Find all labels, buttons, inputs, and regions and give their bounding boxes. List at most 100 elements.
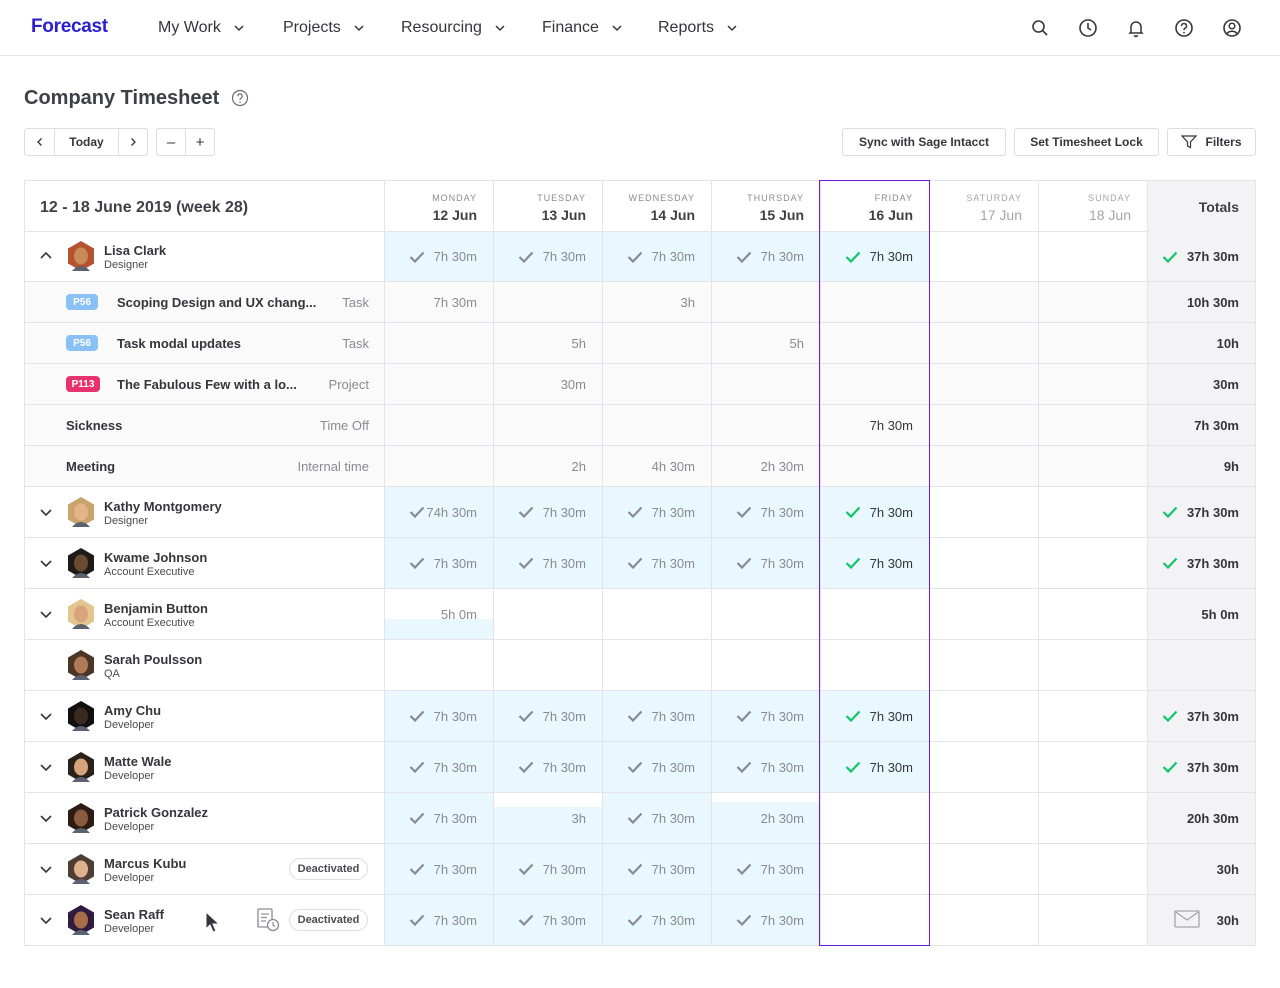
day-cell[interactable] (602, 589, 711, 639)
day-cell[interactable] (820, 844, 929, 894)
day-cell[interactable] (929, 232, 1038, 281)
day-cell[interactable] (929, 487, 1038, 537)
project-tag[interactable]: P56 (66, 294, 98, 310)
day-cell[interactable] (711, 405, 820, 445)
day-cell[interactable] (820, 446, 929, 486)
day-cell[interactable] (820, 364, 929, 404)
day-cell[interactable]: 74h 30m (384, 487, 493, 537)
day-cell[interactable]: 7h 30m (820, 742, 929, 792)
day-cell[interactable] (384, 640, 493, 690)
person-name[interactable]: Kwame Johnson (104, 550, 207, 565)
day-cell[interactable] (493, 405, 602, 445)
day-cell[interactable]: 7h 30m (602, 742, 711, 792)
day-cell[interactable]: 7h 30m (384, 742, 493, 792)
day-cell[interactable] (929, 405, 1038, 445)
day-cell[interactable] (1038, 742, 1147, 792)
nav-finance[interactable]: Finance (542, 19, 623, 37)
help-icon[interactable] (231, 89, 249, 107)
chevron-down-icon[interactable] (39, 862, 53, 876)
user-profile-icon[interactable] (1222, 18, 1242, 38)
task-name[interactable]: Task modal updates (117, 336, 241, 351)
chevron-down-icon[interactable] (39, 811, 53, 825)
day-cell[interactable]: 7h 30m (384, 895, 493, 945)
day-cell[interactable]: 7h 30m (493, 895, 602, 945)
chevron-up-icon[interactable] (39, 249, 53, 263)
nav-reports[interactable]: Reports (658, 19, 738, 37)
day-cell[interactable]: 7h 30m (711, 691, 820, 741)
chevron-down-icon[interactable] (39, 556, 53, 570)
day-cell[interactable]: 7h 30m (384, 793, 493, 843)
chevron-down-icon[interactable] (39, 709, 53, 723)
day-cell[interactable] (820, 793, 929, 843)
day-cell[interactable] (384, 323, 493, 363)
forecast-logo[interactable]: Forecast (31, 16, 108, 38)
day-cell[interactable] (1038, 844, 1147, 894)
day-cell[interactable] (384, 364, 493, 404)
day-cell[interactable] (820, 282, 929, 322)
day-cell[interactable] (493, 640, 602, 690)
person-name[interactable]: Lisa Clark (104, 243, 166, 258)
nav-resourcing[interactable]: Resourcing (401, 19, 506, 37)
previous-week-button[interactable] (25, 129, 55, 155)
person-name[interactable]: Kathy Montgomery (104, 499, 222, 514)
day-cell[interactable] (820, 640, 929, 690)
day-cell[interactable]: 7h 30m (820, 691, 929, 741)
day-cell[interactable] (384, 446, 493, 486)
day-cell[interactable] (493, 282, 602, 322)
day-cell[interactable] (1038, 640, 1147, 690)
day-cell[interactable]: 5h 0m (384, 589, 493, 639)
task-name[interactable]: Scoping Design and UX chang... (117, 295, 316, 310)
day-cell[interactable]: 7h 30m (384, 282, 493, 322)
sync-sage-intacct-button[interactable]: Sync with Sage Intacct (842, 128, 1006, 156)
day-cell[interactable] (1038, 323, 1147, 363)
day-cell[interactable] (602, 405, 711, 445)
day-cell[interactable]: 7h 30m (384, 538, 493, 588)
day-cell[interactable] (820, 895, 929, 945)
day-cell[interactable] (1038, 895, 1147, 945)
day-cell[interactable]: 7h 30m (820, 405, 929, 445)
next-week-button[interactable] (119, 129, 147, 155)
person-name[interactable]: Patrick Gonzalez (104, 805, 208, 820)
day-cell[interactable]: 7h 30m (493, 487, 602, 537)
day-cell[interactable]: 7h 30m (602, 844, 711, 894)
day-cell[interactable] (929, 895, 1038, 945)
search-icon[interactable] (1030, 18, 1050, 38)
day-cell[interactable] (929, 844, 1038, 894)
day-cell[interactable] (711, 282, 820, 322)
day-cell[interactable]: 7h 30m (820, 487, 929, 537)
chevron-down-icon[interactable] (39, 505, 53, 519)
day-cell[interactable]: 7h 30m (493, 232, 602, 281)
day-cell[interactable] (929, 323, 1038, 363)
day-cell[interactable] (929, 282, 1038, 322)
day-cell[interactable] (493, 589, 602, 639)
project-tag[interactable]: P56 (66, 335, 98, 351)
day-cell[interactable] (711, 589, 820, 639)
day-cell[interactable] (1038, 364, 1147, 404)
day-cell[interactable]: 5h (711, 323, 820, 363)
day-cell[interactable]: 7h 30m (602, 232, 711, 281)
day-cell[interactable]: 7h 30m (493, 844, 602, 894)
day-cell[interactable] (929, 640, 1038, 690)
day-cell[interactable] (1038, 232, 1147, 281)
day-cell[interactable] (1038, 487, 1147, 537)
day-cell[interactable] (1038, 691, 1147, 741)
day-cell[interactable]: 7h 30m (711, 538, 820, 588)
day-cell[interactable] (602, 364, 711, 404)
day-cell[interactable]: 7h 30m (711, 895, 820, 945)
filters-button[interactable]: Filters (1167, 128, 1256, 156)
day-cell[interactable]: 7h 30m (820, 232, 929, 281)
nav-projects[interactable]: Projects (283, 19, 365, 37)
person-name[interactable]: Benjamin Button (104, 601, 208, 616)
today-button[interactable]: Today (55, 129, 119, 155)
day-cell[interactable]: 7h 30m (711, 844, 820, 894)
day-cell[interactable]: 3h (493, 793, 602, 843)
nav-my-work[interactable]: My Work (158, 19, 245, 37)
day-cell[interactable]: 2h 30m (711, 446, 820, 486)
day-cell[interactable]: 2h 30m (711, 793, 820, 843)
day-cell[interactable] (711, 640, 820, 690)
timesheet-reminder-icon[interactable] (255, 907, 281, 933)
day-cell[interactable]: 7h 30m (711, 742, 820, 792)
day-cell[interactable] (929, 691, 1038, 741)
day-cell[interactable] (820, 323, 929, 363)
day-cell[interactable]: 7h 30m (493, 691, 602, 741)
